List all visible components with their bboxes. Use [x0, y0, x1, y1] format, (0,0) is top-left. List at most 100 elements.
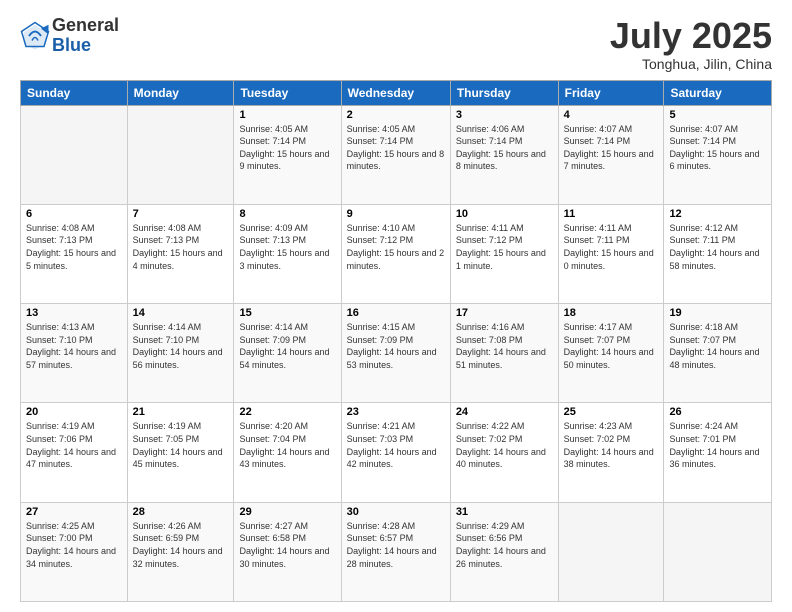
week-row-3: 13 Sunrise: 4:13 AMSunset: 7:10 PMDayligh… [21, 304, 772, 403]
cell-info: Sunrise: 4:07 AMSunset: 7:14 PMDaylight:… [669, 123, 766, 173]
calendar-cell [664, 502, 772, 601]
calendar-cell: 19 Sunrise: 4:18 AMSunset: 7:07 PMDayligh… [664, 304, 772, 403]
cell-info: Sunrise: 4:29 AMSunset: 6:56 PMDaylight:… [456, 520, 553, 570]
calendar-cell: 6 Sunrise: 4:08 AMSunset: 7:13 PMDaylight… [21, 204, 128, 303]
calendar-cell [558, 502, 664, 601]
cell-info: Sunrise: 4:19 AMSunset: 7:06 PMDaylight:… [26, 420, 122, 470]
day-number: 23 [347, 406, 445, 418]
cell-info: Sunrise: 4:08 AMSunset: 7:13 PMDaylight:… [26, 222, 122, 272]
day-number: 24 [456, 406, 553, 418]
day-number: 31 [456, 506, 553, 518]
cell-info: Sunrise: 4:17 AMSunset: 7:07 PMDaylight:… [564, 321, 659, 371]
page: General Blue July 2025 Tonghua, Jilin, C… [0, 0, 792, 612]
calendar-cell: 18Sunrise: 4:17 AMSunset: 7:07 PMDayligh… [558, 304, 664, 403]
cell-info: Sunrise: 4:18 AMSunset: 7:07 PMDaylight:… [669, 321, 766, 371]
calendar-body: 1 Sunrise: 4:05 AMSunset: 7:14 PMDaylight… [21, 105, 772, 601]
day-number: 13 [26, 307, 122, 319]
cell-info: Sunrise: 4:25 AMSunset: 7:00 PMDaylight:… [26, 520, 122, 570]
calendar-cell: 9 Sunrise: 4:10 AMSunset: 7:12 PMDaylight… [341, 204, 450, 303]
calendar-cell: 3Sunrise: 4:06 AMSunset: 7:14 PMDaylight… [450, 105, 558, 204]
day-number: 5 [669, 109, 766, 121]
cell-info: Sunrise: 4:08 AMSunset: 7:13 PMDaylight:… [133, 222, 229, 272]
day-number: 3 [456, 109, 553, 121]
header-row: SundayMondayTuesdayWednesdayThursdayFrid… [21, 80, 772, 105]
cell-info: Sunrise: 4:07 AMSunset: 7:14 PMDaylight:… [564, 123, 659, 173]
day-number: 4 [564, 109, 659, 121]
calendar-cell: 31 Sunrise: 4:29 AMSunset: 6:56 PMDayligh… [450, 502, 558, 601]
logo-text: General Blue [52, 16, 119, 56]
calendar-cell: 20Sunrise: 4:19 AMSunset: 7:06 PMDayligh… [21, 403, 128, 502]
day-header-friday: Friday [558, 80, 664, 105]
cell-info: Sunrise: 4:27 AMSunset: 6:58 PMDaylight:… [239, 520, 335, 570]
calendar-cell: 30 Sunrise: 4:28 AMSunset: 6:57 PMDayligh… [341, 502, 450, 601]
cell-info: Sunrise: 4:15 AMSunset: 7:09 PMDaylight:… [347, 321, 445, 371]
cell-info: Sunrise: 4:14 AMSunset: 7:10 PMDaylight:… [133, 321, 229, 371]
cell-info: Sunrise: 4:20 AMSunset: 7:04 PMDaylight:… [239, 420, 335, 470]
day-header-tuesday: Tuesday [234, 80, 341, 105]
day-number: 17 [456, 307, 553, 319]
day-number: 25 [564, 406, 659, 418]
cell-info: Sunrise: 4:13 AMSunset: 7:10 PMDaylight:… [26, 321, 122, 371]
calendar-cell: 17 Sunrise: 4:16 AMSunset: 7:08 PMDayligh… [450, 304, 558, 403]
day-number: 11 [564, 208, 659, 220]
calendar-cell [127, 105, 234, 204]
day-number: 10 [456, 208, 553, 220]
calendar-cell: 27 Sunrise: 4:25 AMSunset: 7:00 PMDayligh… [21, 502, 128, 601]
cell-info: Sunrise: 4:28 AMSunset: 6:57 PMDaylight:… [347, 520, 445, 570]
cell-info: Sunrise: 4:12 AMSunset: 7:11 PMDaylight:… [669, 222, 766, 272]
cell-info: Sunrise: 4:22 AMSunset: 7:02 PMDaylight:… [456, 420, 553, 470]
cell-info: Sunrise: 4:14 AMSunset: 7:09 PMDaylight:… [239, 321, 335, 371]
calendar-cell: 15 Sunrise: 4:14 AMSunset: 7:09 PMDayligh… [234, 304, 341, 403]
day-number: 8 [239, 208, 335, 220]
cell-info: Sunrise: 4:05 AMSunset: 7:14 PMDaylight:… [347, 123, 445, 173]
day-header-wednesday: Wednesday [341, 80, 450, 105]
calendar-cell: 28Sunrise: 4:26 AMSunset: 6:59 PMDayligh… [127, 502, 234, 601]
calendar: SundayMondayTuesdayWednesdayThursdayFrid… [20, 80, 772, 602]
calendar-cell: 14 Sunrise: 4:14 AMSunset: 7:10 PMDayligh… [127, 304, 234, 403]
week-row-5: 27 Sunrise: 4:25 AMSunset: 7:00 PMDayligh… [21, 502, 772, 601]
calendar-cell: 24 Sunrise: 4:22 AMSunset: 7:02 PMDayligh… [450, 403, 558, 502]
week-row-2: 6 Sunrise: 4:08 AMSunset: 7:13 PMDaylight… [21, 204, 772, 303]
calendar-cell: 1 Sunrise: 4:05 AMSunset: 7:14 PMDaylight… [234, 105, 341, 204]
day-header-monday: Monday [127, 80, 234, 105]
week-row-4: 20Sunrise: 4:19 AMSunset: 7:06 PMDayligh… [21, 403, 772, 502]
day-number: 15 [239, 307, 335, 319]
cell-info: Sunrise: 4:11 AMSunset: 7:11 PMDaylight:… [564, 222, 659, 272]
calendar-cell: 22Sunrise: 4:20 AMSunset: 7:04 PMDayligh… [234, 403, 341, 502]
calendar-cell: 25Sunrise: 4:23 AMSunset: 7:02 PMDayligh… [558, 403, 664, 502]
cell-info: Sunrise: 4:21 AMSunset: 7:03 PMDaylight:… [347, 420, 445, 470]
calendar-cell: 5 Sunrise: 4:07 AMSunset: 7:14 PMDaylight… [664, 105, 772, 204]
calendar-cell: 29Sunrise: 4:27 AMSunset: 6:58 PMDayligh… [234, 502, 341, 601]
logo-icon [20, 21, 50, 51]
day-number: 6 [26, 208, 122, 220]
cell-info: Sunrise: 4:11 AMSunset: 7:12 PMDaylight:… [456, 222, 553, 272]
day-number: 27 [26, 506, 122, 518]
cell-info: Sunrise: 4:24 AMSunset: 7:01 PMDaylight:… [669, 420, 766, 470]
cell-info: Sunrise: 4:05 AMSunset: 7:14 PMDaylight:… [239, 123, 335, 173]
day-header-saturday: Saturday [664, 80, 772, 105]
day-number: 21 [133, 406, 229, 418]
calendar-cell: 2 Sunrise: 4:05 AMSunset: 7:14 PMDaylight… [341, 105, 450, 204]
day-number: 12 [669, 208, 766, 220]
location: Tonghua, Jilin, China [610, 56, 772, 72]
calendar-header: SundayMondayTuesdayWednesdayThursdayFrid… [21, 80, 772, 105]
day-number: 30 [347, 506, 445, 518]
day-number: 14 [133, 307, 229, 319]
cell-info: Sunrise: 4:16 AMSunset: 7:08 PMDaylight:… [456, 321, 553, 371]
day-number: 2 [347, 109, 445, 121]
header: General Blue July 2025 Tonghua, Jilin, C… [20, 16, 772, 72]
day-number: 9 [347, 208, 445, 220]
month-title: July 2025 [610, 16, 772, 56]
calendar-cell: 4 Sunrise: 4:07 AMSunset: 7:14 PMDaylight… [558, 105, 664, 204]
day-number: 19 [669, 307, 766, 319]
day-number: 7 [133, 208, 229, 220]
cell-info: Sunrise: 4:10 AMSunset: 7:12 PMDaylight:… [347, 222, 445, 272]
logo-blue-text: Blue [52, 36, 119, 56]
calendar-cell: 21Sunrise: 4:19 AMSunset: 7:05 PMDayligh… [127, 403, 234, 502]
calendar-cell [21, 105, 128, 204]
cell-info: Sunrise: 4:26 AMSunset: 6:59 PMDaylight:… [133, 520, 229, 570]
calendar-cell: 26Sunrise: 4:24 AMSunset: 7:01 PMDayligh… [664, 403, 772, 502]
calendar-cell: 10 Sunrise: 4:11 AMSunset: 7:12 PMDayligh… [450, 204, 558, 303]
day-number: 1 [239, 109, 335, 121]
calendar-cell: 13 Sunrise: 4:13 AMSunset: 7:10 PMDayligh… [21, 304, 128, 403]
